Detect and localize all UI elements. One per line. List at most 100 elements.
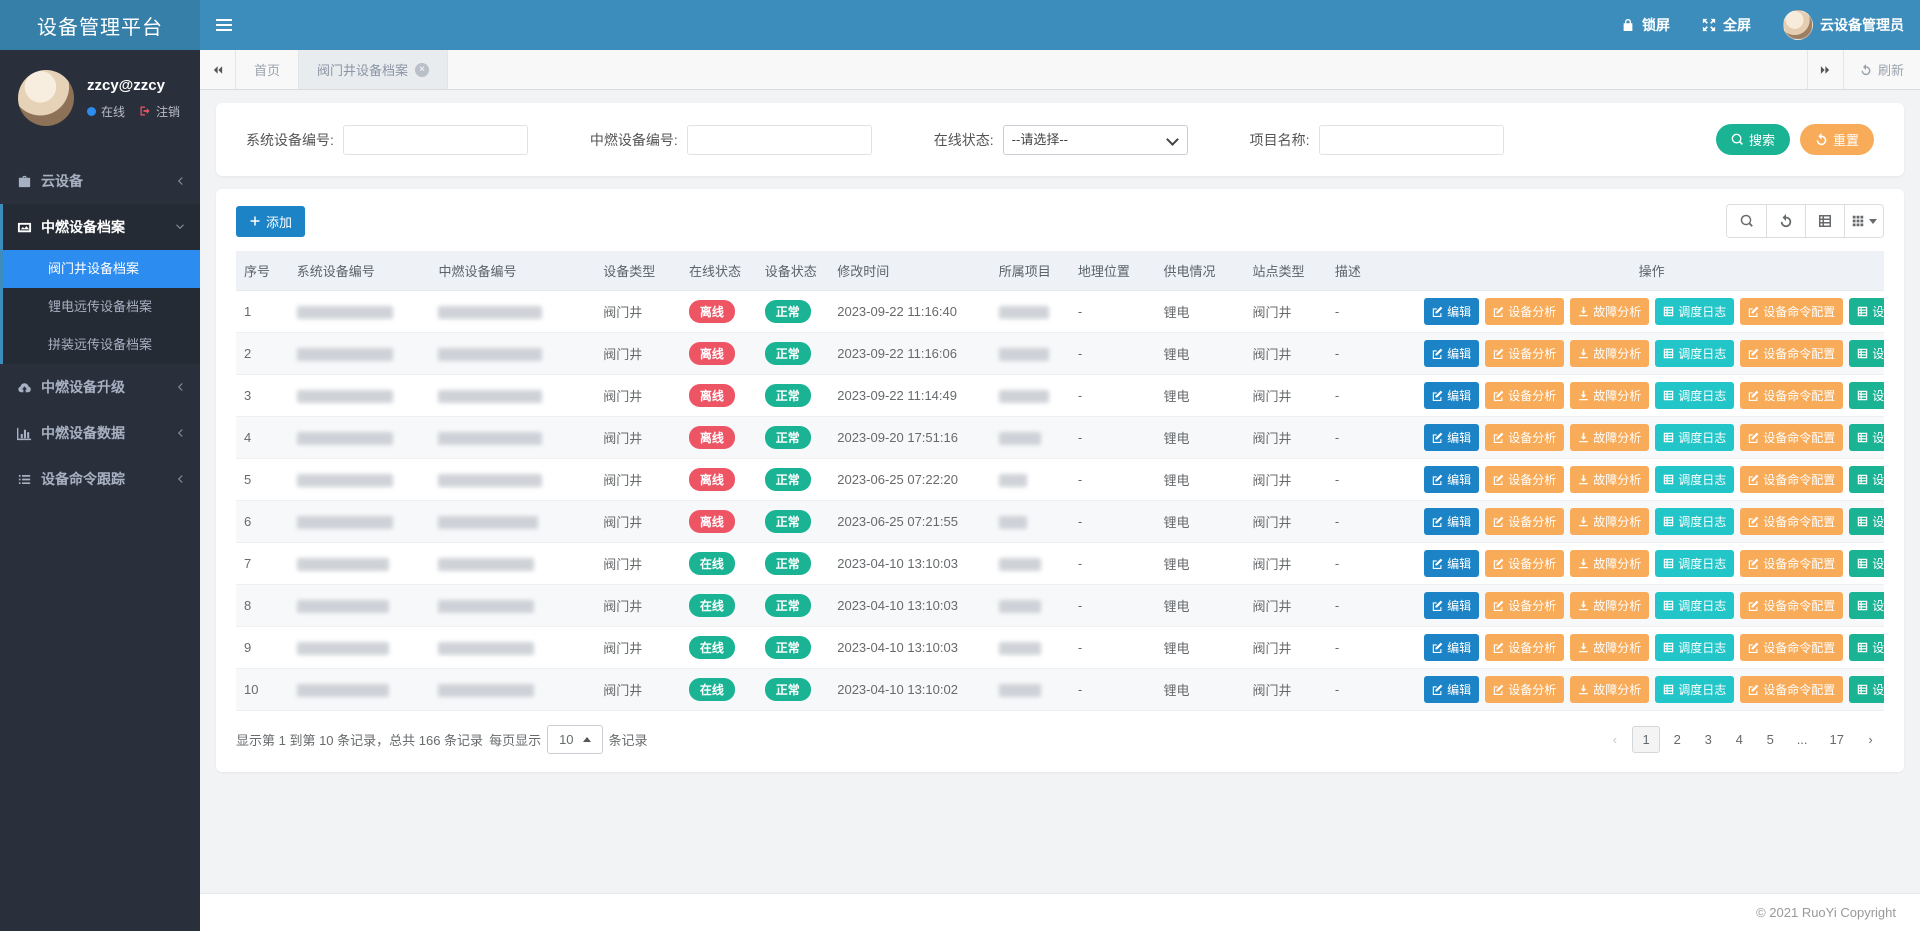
- system-device-number-input[interactable]: [343, 125, 528, 155]
- lock-screen-button[interactable]: 锁屏: [1605, 0, 1686, 50]
- search-button[interactable]: 搜索: [1716, 124, 1790, 155]
- device-info-button[interactable]: 设备信息: [1849, 634, 1884, 661]
- fault-analysis-button[interactable]: 故障分析: [1570, 508, 1649, 535]
- device-info-button[interactable]: 设备信息: [1849, 676, 1884, 703]
- device-command-config-button[interactable]: 设备命令配置: [1740, 466, 1843, 493]
- page-size-select[interactable]: 10: [547, 725, 602, 754]
- tab-1[interactable]: 阀门井设备档案×: [299, 50, 448, 89]
- close-tab-icon[interactable]: ×: [415, 63, 429, 77]
- device-info-button[interactable]: 设备信息: [1849, 466, 1884, 493]
- device-info-button[interactable]: 设备信息: [1849, 592, 1884, 619]
- online-status-select[interactable]: --请选择--: [1003, 125, 1188, 155]
- dispatch-log-button[interactable]: 调度日志: [1655, 382, 1734, 409]
- device-analysis-button[interactable]: 设备分析: [1485, 634, 1564, 661]
- page-3-button[interactable]: 3: [1695, 727, 1722, 752]
- edit-button[interactable]: 编辑: [1424, 634, 1479, 661]
- edit-button[interactable]: 编辑: [1424, 466, 1479, 493]
- device-command-config-button[interactable]: 设备命令配置: [1740, 634, 1843, 661]
- fault-analysis-button[interactable]: 故障分析: [1570, 424, 1649, 451]
- fullscreen-button[interactable]: 全屏: [1686, 0, 1767, 50]
- sidebar-subitem-1-2[interactable]: 拼装远传设备档案: [3, 326, 200, 364]
- columns-tool-button[interactable]: [1844, 205, 1883, 237]
- device-analysis-button[interactable]: 设备分析: [1485, 466, 1564, 493]
- device-analysis-button[interactable]: 设备分析: [1485, 508, 1564, 535]
- page-2-button[interactable]: 2: [1664, 727, 1691, 752]
- redacted-text: [438, 348, 542, 361]
- fault-analysis-button[interactable]: 故障分析: [1570, 382, 1649, 409]
- gas-device-number-input[interactable]: [687, 125, 872, 155]
- dispatch-log-button[interactable]: 调度日志: [1655, 550, 1734, 577]
- sidebar-item-1[interactable]: 中燃设备档案: [3, 204, 200, 250]
- refresh-tab-button[interactable]: 刷新: [1843, 50, 1920, 89]
- dispatch-log-button[interactable]: 调度日志: [1655, 634, 1734, 661]
- page-5-button[interactable]: 5: [1757, 727, 1784, 752]
- device-command-config-button[interactable]: 设备命令配置: [1740, 424, 1843, 451]
- dispatch-log-button[interactable]: 调度日志: [1655, 592, 1734, 619]
- dispatch-log-button[interactable]: 调度日志: [1655, 424, 1734, 451]
- device-info-button[interactable]: 设备信息: [1849, 340, 1884, 367]
- sidebar-subitem-1-0[interactable]: 阀门井设备档案: [3, 250, 200, 288]
- sidebar-toggle-button[interactable]: [200, 0, 248, 50]
- add-button[interactable]: 添加: [236, 206, 305, 237]
- sidebar-item-0[interactable]: 云设备: [0, 158, 200, 204]
- edit-button[interactable]: 编辑: [1424, 550, 1479, 577]
- user-menu-button[interactable]: 云设备管理员: [1767, 0, 1920, 50]
- dispatch-log-button[interactable]: 调度日志: [1655, 508, 1734, 535]
- device-command-config-button[interactable]: 设备命令配置: [1740, 676, 1843, 703]
- device-command-config-button[interactable]: 设备命令配置: [1740, 550, 1843, 577]
- sidebar-item-2[interactable]: 中燃设备升级: [0, 364, 200, 410]
- device-analysis-button[interactable]: 设备分析: [1485, 340, 1564, 367]
- device-command-config-button[interactable]: 设备命令配置: [1740, 508, 1843, 535]
- fault-analysis-button[interactable]: 故障分析: [1570, 298, 1649, 325]
- device-analysis-button[interactable]: 设备分析: [1485, 550, 1564, 577]
- device-analysis-button[interactable]: 设备分析: [1485, 298, 1564, 325]
- dispatch-log-button[interactable]: 调度日志: [1655, 298, 1734, 325]
- device-command-config-button[interactable]: 设备命令配置: [1740, 592, 1843, 619]
- next-page-button[interactable]: ›: [1857, 727, 1884, 752]
- edit-button[interactable]: 编辑: [1424, 508, 1479, 535]
- dispatch-log-button[interactable]: 调度日志: [1655, 466, 1734, 493]
- detail-view-tool-button[interactable]: [1805, 205, 1844, 237]
- page-4-button[interactable]: 4: [1726, 727, 1753, 752]
- logout-link[interactable]: 注销: [156, 103, 180, 120]
- sidebar-subitem-1-1[interactable]: 锂电远传设备档案: [3, 288, 200, 326]
- device-info-button[interactable]: 设备信息: [1849, 424, 1884, 451]
- project-name-input[interactable]: [1319, 125, 1504, 155]
- edit-button[interactable]: 编辑: [1424, 424, 1479, 451]
- device-analysis-button[interactable]: 设备分析: [1485, 592, 1564, 619]
- edit-button[interactable]: 编辑: [1424, 382, 1479, 409]
- fault-analysis-button[interactable]: 故障分析: [1570, 634, 1649, 661]
- fault-analysis-button[interactable]: 故障分析: [1570, 466, 1649, 493]
- dispatch-log-button[interactable]: 调度日志: [1655, 676, 1734, 703]
- prev-page-button[interactable]: ‹: [1601, 727, 1628, 752]
- fault-analysis-button[interactable]: 故障分析: [1570, 676, 1649, 703]
- edit-button[interactable]: 编辑: [1424, 676, 1479, 703]
- tabs-scroll-left-button[interactable]: [200, 50, 236, 89]
- refresh-tool-button[interactable]: [1766, 205, 1805, 237]
- device-analysis-button[interactable]: 设备分析: [1485, 424, 1564, 451]
- device-command-config-button[interactable]: 设备命令配置: [1740, 298, 1843, 325]
- page-1-button[interactable]: 1: [1632, 726, 1659, 753]
- fault-analysis-button[interactable]: 故障分析: [1570, 592, 1649, 619]
- fault-analysis-button[interactable]: 故障分析: [1570, 550, 1649, 577]
- sidebar-item-4[interactable]: 设备命令跟踪: [0, 456, 200, 502]
- tabs-scroll-right-button[interactable]: [1807, 50, 1843, 89]
- device-info-button[interactable]: 设备信息: [1849, 298, 1884, 325]
- fault-analysis-button[interactable]: 故障分析: [1570, 340, 1649, 367]
- edit-button[interactable]: 编辑: [1424, 298, 1479, 325]
- reset-button[interactable]: 重置: [1800, 124, 1874, 155]
- device-analysis-button[interactable]: 设备分析: [1485, 382, 1564, 409]
- page-17-button[interactable]: 17: [1821, 727, 1853, 752]
- dispatch-log-button[interactable]: 调度日志: [1655, 340, 1734, 367]
- device-command-config-button[interactable]: 设备命令配置: [1740, 382, 1843, 409]
- device-command-config-button[interactable]: 设备命令配置: [1740, 340, 1843, 367]
- sidebar-item-3[interactable]: 中燃设备数据: [0, 410, 200, 456]
- edit-button[interactable]: 编辑: [1424, 592, 1479, 619]
- device-info-button[interactable]: 设备信息: [1849, 508, 1884, 535]
- device-analysis-button[interactable]: 设备分析: [1485, 676, 1564, 703]
- edit-button[interactable]: 编辑: [1424, 340, 1479, 367]
- tab-0[interactable]: 首页: [236, 50, 299, 89]
- device-info-button[interactable]: 设备信息: [1849, 550, 1884, 577]
- search-tool-button[interactable]: [1727, 205, 1766, 237]
- device-info-button[interactable]: 设备信息: [1849, 382, 1884, 409]
